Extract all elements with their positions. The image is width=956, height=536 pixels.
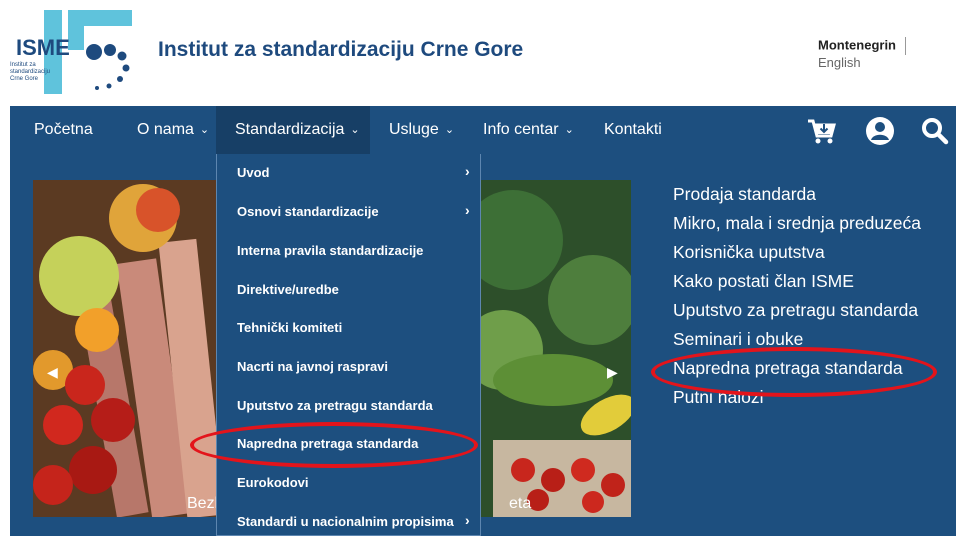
chevron-down-icon: ⌄	[199, 124, 210, 136]
isme-logo[interactable]: ISME Institut za standardizaciju Crne Go…	[6, 8, 136, 96]
dropdown-item-interna-pravila[interactable]: Interna pravila standardizacije	[237, 243, 423, 258]
nav-o-nama[interactable]: O nama ⌄	[137, 106, 209, 154]
highlight-oval-side-link	[651, 347, 937, 397]
dropdown-item-standardi-propisi[interactable]: Standardi u nacionalnim propisima	[237, 514, 454, 529]
cart-icon[interactable]	[806, 116, 836, 146]
slider-next-button[interactable]: ▶	[607, 364, 618, 381]
side-link-msp[interactable]: Mikro, mala i srednja preduzeća	[673, 212, 921, 241]
side-link-prodaja[interactable]: Prodaja standarda	[673, 183, 921, 212]
language-switcher: Montenegrin English	[818, 37, 956, 70]
chevron-down-icon: ⌄	[444, 124, 455, 136]
chevron-right-icon: ›	[465, 163, 470, 179]
dropdown-item-eurokodovi[interactable]: Eurokodovi	[237, 475, 309, 490]
side-link-uputstva[interactable]: Korisnička uputstva	[673, 241, 921, 270]
dropdown-item-tehnicki-komiteti[interactable]: Tehnički komiteti	[237, 320, 342, 335]
chevron-right-icon: ›	[465, 202, 470, 218]
search-icon[interactable]	[920, 116, 950, 146]
svg-text:standardizaciju: standardizaciju	[10, 69, 50, 75]
highlight-oval-dropdown	[190, 422, 478, 468]
svg-text:Crne Gore: Crne Gore	[10, 76, 39, 82]
side-link-clanstvo[interactable]: Kako postati član ISME	[673, 270, 921, 299]
dropdown-item-nacrti[interactable]: Nacrti na javnoj raspravi	[237, 359, 388, 374]
svg-text:ISME: ISME	[16, 35, 70, 60]
chevron-down-icon: ⌄	[350, 124, 360, 136]
nav-info-centar[interactable]: Info centar ⌄	[483, 106, 574, 154]
svg-text:Institut za: Institut za	[10, 62, 36, 68]
slider-prev-button[interactable]: ◀	[47, 364, 58, 381]
chevron-right-icon: ›	[465, 512, 470, 528]
dropdown-item-osnovi[interactable]: Osnovi standardizacije	[237, 204, 379, 219]
dropdown-item-uputstvo-pretraga[interactable]: Uputstvo za pretragu standarda	[237, 398, 433, 413]
dropdown-item-uvod[interactable]: Uvod	[237, 165, 270, 180]
chevron-down-icon: ⌄	[564, 124, 574, 136]
standardizacija-dropdown: Uvod › Osnovi standardizacije › Interna …	[216, 154, 481, 536]
slide-caption-tail: eta	[509, 495, 532, 512]
site-header: ISME Institut za standardizaciju Crne Go…	[0, 0, 956, 105]
dropdown-item-direktive[interactable]: Direktive/uredbe	[237, 282, 339, 297]
site-title[interactable]: Institut za standardizaciju Crne Gore	[158, 38, 523, 62]
user-icon[interactable]	[865, 116, 895, 146]
nav-usluge[interactable]: Usluge ⌄	[389, 106, 454, 154]
lang-english[interactable]: English	[818, 55, 861, 70]
nav-kontakti[interactable]: Kontakti	[604, 106, 662, 154]
main-nav: Početna O nama ⌄ Standardizacija ⌄ Usluge ⌄…	[10, 106, 956, 154]
nav-standardizacija[interactable]: Standardizacija ⌄	[216, 106, 370, 154]
side-link-uputstvo-pretraga[interactable]: Uputstvo za pretragu standarda	[673, 299, 921, 328]
lang-montenegrin[interactable]: Montenegrin	[818, 37, 896, 52]
nav-pocetna[interactable]: Početna	[34, 106, 93, 154]
lang-divider	[905, 37, 906, 55]
